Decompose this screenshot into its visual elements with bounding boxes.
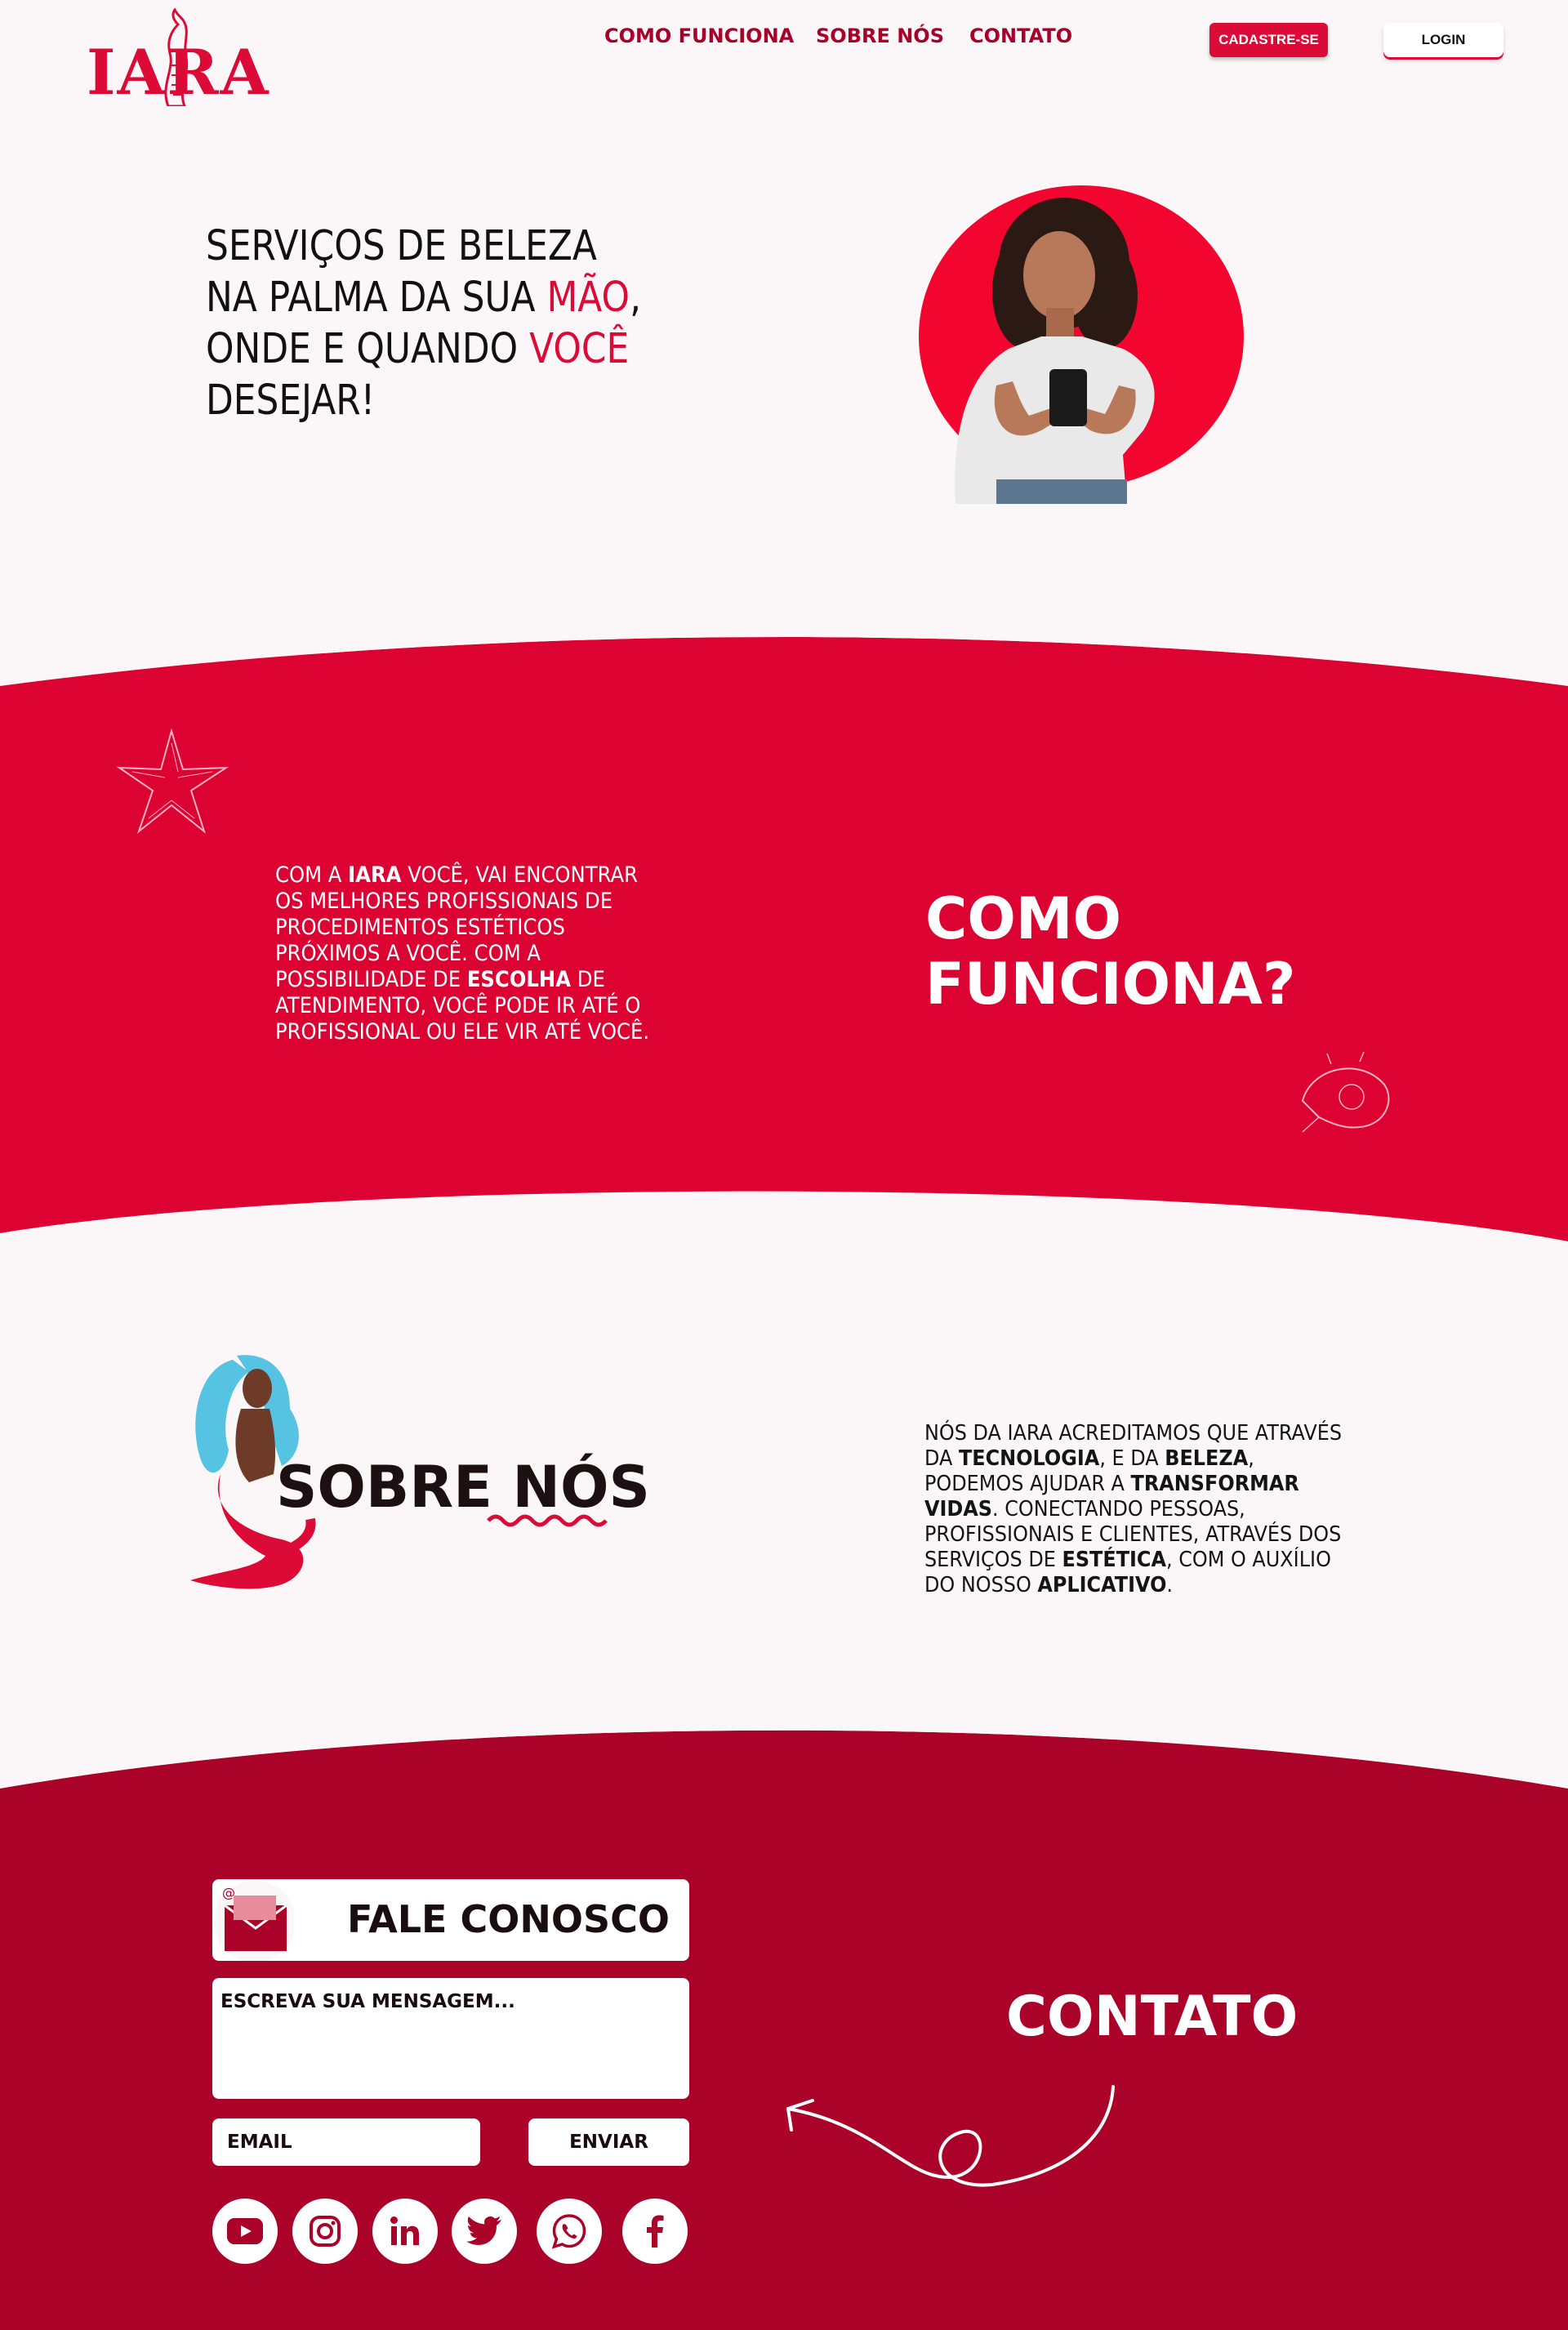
- youtube-icon[interactable]: [212, 2199, 278, 2264]
- linkedin-icon[interactable]: [372, 2199, 438, 2264]
- email-field[interactable]: [212, 2118, 480, 2166]
- hero-headline: SERVIÇOS DE BELEZA NA PALMA DA SUA MÃO, …: [206, 221, 641, 426]
- hero-line-1: SERVIÇOS DE BELEZA: [206, 222, 597, 270]
- contato-title: CONTATO: [1006, 1985, 1298, 2049]
- svg-text:@: @: [222, 1885, 235, 1900]
- starfish-icon: [116, 728, 229, 834]
- hero-line-3: ONDE E QUANDO VOCÊ: [206, 325, 630, 373]
- sobre-nos-title: SOBRE NÓS: [276, 1454, 650, 1521]
- logo-text: IARA: [87, 36, 270, 109]
- woman-with-phone-illustration: [955, 198, 1155, 504]
- brand-name-bold: IARA: [348, 862, 402, 888]
- logo[interactable]: IARA: [78, 8, 269, 109]
- nav-contato[interactable]: CONTATO: [969, 25, 1072, 47]
- hero-accent-voce: VOCÊ: [529, 325, 630, 373]
- fale-conosco-title: FALE CONOSCO: [347, 1897, 670, 1941]
- escolha-bold: ESCOLHA: [466, 967, 572, 992]
- como-funciona-text: COM A IARA VOCÊ, VAI ENCONTRAR OS MELHOR…: [275, 862, 650, 1045]
- message-field[interactable]: [212, 1978, 689, 2099]
- nav-como-funciona[interactable]: COMO FUNCIONA: [604, 25, 794, 47]
- instagram-icon[interactable]: [292, 2199, 358, 2264]
- hero-line-2: NA PALMA DA SUA MÃO,: [206, 274, 642, 322]
- sobre-nos-text: NÓS DA IARA ACREDITAMOS QUE ATRAVÉS DA T…: [924, 1421, 1343, 1597]
- whatsapp-icon[interactable]: [537, 2199, 602, 2264]
- nav-sobre-nos[interactable]: SOBRE NÓS: [816, 25, 944, 47]
- top-wave: [0, 629, 1568, 711]
- curly-arrow: [786, 2085, 1115, 2187]
- mail-icon: @: [214, 1881, 294, 1961]
- facebook-icon[interactable]: [622, 2199, 688, 2264]
- bottom-wave: [0, 1176, 1568, 1282]
- hero-line-4: DESEJAR!: [206, 376, 376, 425]
- twitter-icon[interactable]: [452, 2199, 517, 2264]
- wavy-underline: [487, 1514, 608, 1527]
- login-button[interactable]: LOGIN: [1383, 23, 1503, 57]
- contato-top-wave: [0, 1723, 1568, 1797]
- signup-button[interactable]: CADASTRE-SE: [1209, 23, 1328, 57]
- send-button[interactable]: ENVIAR: [528, 2118, 689, 2166]
- hero-image: [919, 185, 1244, 504]
- seashell-icon: [1301, 1052, 1390, 1133]
- fale-conosco-header: @ FALE CONOSCO: [212, 1879, 689, 1961]
- hero-accent-mao: MÃO: [546, 274, 630, 322]
- como-funciona-title: COMO FUNCIONA?: [925, 885, 1296, 1018]
